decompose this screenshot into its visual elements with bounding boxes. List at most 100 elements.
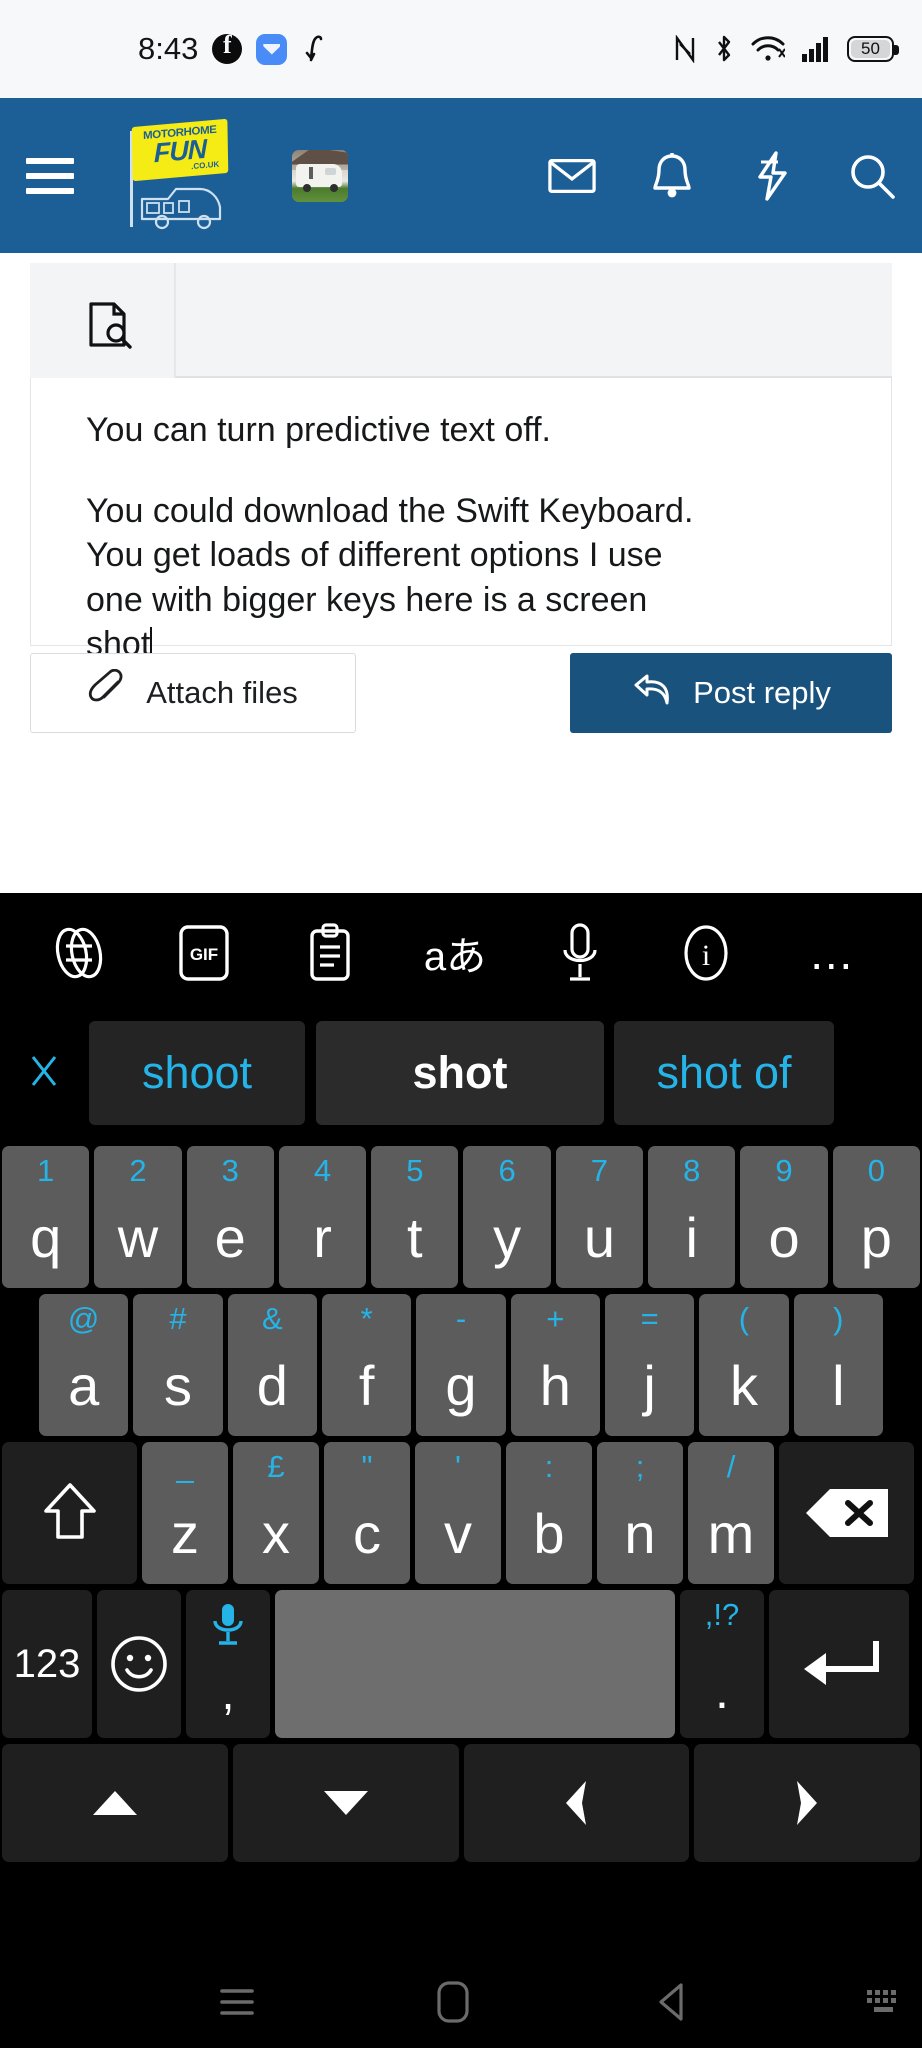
- hamburger-menu-icon[interactable]: [26, 157, 74, 194]
- wifi-icon: [751, 36, 785, 62]
- key-x[interactable]: £ x: [233, 1442, 319, 1584]
- attach-files-label: Attach files: [146, 675, 298, 710]
- keyboard-row-3: _ z £ x " c ' v :b ; n / m: [0, 1442, 922, 1584]
- swiftkey-keyboard: GIF aあ i … shoot shot shot of 1 q 2 w 3 …: [0, 893, 922, 1955]
- messenger-icon: [256, 33, 288, 65]
- key-s[interactable]: # s: [133, 1294, 223, 1436]
- key-c[interactable]: " c: [324, 1442, 410, 1584]
- arrow-left-key-icon[interactable]: [463, 1744, 690, 1862]
- info-icon[interactable]: i: [671, 918, 740, 988]
- hide-keyboard-nav-icon[interactable]: [847, 1972, 922, 2032]
- prediction-bar: shoot shot shot of: [0, 1013, 922, 1135]
- svg-text:GIF: GIF: [190, 945, 218, 964]
- keyboard-row-4: 123 , ,!? .: [0, 1590, 922, 1738]
- key-l[interactable]: ) l: [793, 1294, 883, 1436]
- key-o[interactable]: 9o: [740, 1146, 828, 1288]
- key-h[interactable]: + h: [510, 1294, 600, 1436]
- keyboard-toolbar: GIF aあ i …: [0, 893, 922, 1013]
- key-z[interactable]: _ z: [142, 1442, 228, 1584]
- editor-button-row: Attach files Post reply: [30, 653, 892, 743]
- key-u[interactable]: 7u: [555, 1146, 644, 1288]
- gif-icon[interactable]: GIF: [169, 918, 238, 988]
- space-key[interactable]: [275, 1590, 675, 1738]
- key-r[interactable]: 4r: [278, 1146, 367, 1288]
- close-predictions-icon[interactable]: [10, 1039, 78, 1107]
- prediction-candidate-3[interactable]: shot of: [614, 1021, 834, 1125]
- key-j[interactable]: = j: [604, 1294, 695, 1436]
- keyboard-row-1: 1q 2w 3e 4r 5t 6y 7u 8i 9o 0p: [0, 1146, 922, 1288]
- logo-motorhome-drawing: [140, 187, 222, 229]
- clipboard-icon[interactable]: [295, 918, 364, 988]
- arrow-down-key-icon[interactable]: [232, 1744, 459, 1862]
- call-divert-icon: [301, 34, 327, 64]
- search-icon[interactable]: [848, 152, 896, 200]
- key-m[interactable]: / m: [688, 1442, 774, 1584]
- header-icon-group: [548, 150, 896, 201]
- paperclip-icon: [88, 668, 128, 717]
- back-nav-icon[interactable]: [636, 1972, 711, 2032]
- key-e[interactable]: 3e: [186, 1146, 274, 1288]
- android-nav-bar: [0, 1955, 922, 2048]
- editor-paragraph-2-line-3: one with bigger keys here is a screen: [86, 580, 648, 619]
- enter-key-icon[interactable]: [769, 1590, 909, 1738]
- editor-paragraph-2-line-2: You get loads of different options I use: [86, 536, 663, 575]
- reply-editor-textarea[interactable]: You can turn predictive text off. You co…: [30, 378, 892, 663]
- status-bar: 8:43 f 50: [0, 0, 922, 98]
- avatar[interactable]: [292, 149, 348, 202]
- emoji-smiley-icon[interactable]: [97, 1590, 181, 1738]
- key-d[interactable]: & d: [227, 1294, 317, 1436]
- logo-line-3: .CO.UK: [191, 159, 220, 171]
- key-w[interactable]: 2w: [94, 1146, 182, 1288]
- app-header: MOTORHOME FUN .CO.UK: [0, 98, 922, 253]
- battery-icon: 50: [847, 36, 899, 62]
- editor-paragraph-2-line-1: You could download the Swift Keyboard.: [86, 492, 694, 531]
- key-a[interactable]: @ a: [39, 1294, 129, 1436]
- editor-paragraph-1: You can turn predictive text off.: [86, 411, 551, 449]
- key-q[interactable]: 1q: [2, 1146, 90, 1288]
- key-b[interactable]: :b: [506, 1442, 592, 1584]
- editor-preview-tab[interactable]: [30, 263, 176, 378]
- home-nav-icon[interactable]: [415, 1972, 490, 2032]
- battery-level-label: 50: [861, 39, 880, 58]
- period-key[interactable]: ,!? .: [680, 1590, 764, 1738]
- prediction-candidate-2[interactable]: shot: [316, 1021, 604, 1125]
- post-reply-button[interactable]: Post reply: [570, 653, 892, 733]
- key-y[interactable]: 6y: [463, 1146, 551, 1288]
- shift-key-icon[interactable]: [2, 1442, 137, 1584]
- motorhome-fun-logo[interactable]: MOTORHOME FUN .CO.UK: [116, 118, 229, 229]
- bell-icon[interactable]: [648, 152, 696, 200]
- microphone-comma-key[interactable]: ,: [186, 1590, 270, 1738]
- status-bar-clock: 8:43: [138, 31, 199, 66]
- bluetooth-icon: [713, 34, 735, 64]
- key-v[interactable]: ' v: [415, 1442, 501, 1584]
- key-t[interactable]: 5t: [371, 1146, 459, 1288]
- arrow-up-key-icon[interactable]: [2, 1744, 228, 1862]
- microphone-icon[interactable]: [546, 918, 615, 988]
- keyboard-row-5-arrows: [0, 1744, 922, 1862]
- more-options-icon[interactable]: …: [797, 918, 866, 988]
- key-f[interactable]: * f: [321, 1294, 412, 1436]
- swiftkey-logo-icon[interactable]: [44, 918, 113, 988]
- lightning-bolt-icon[interactable]: [748, 150, 796, 201]
- reply-arrow-icon: [631, 671, 675, 715]
- backspace-key-icon[interactable]: [779, 1442, 914, 1584]
- translate-icon[interactable]: aあ: [420, 918, 489, 988]
- numeric-mode-key[interactable]: 123: [2, 1590, 92, 1738]
- editor-toolbar: [30, 263, 892, 378]
- microphone-key-icon: [186, 1602, 270, 1650]
- comma-label: ,: [221, 1667, 235, 1719]
- key-p[interactable]: 0p: [832, 1146, 920, 1288]
- attach-files-button[interactable]: Attach files: [30, 653, 356, 733]
- key-n[interactable]: ; n: [597, 1442, 683, 1584]
- facebook-icon: [212, 30, 243, 64]
- mail-icon[interactable]: [548, 152, 596, 200]
- prediction-candidate-1[interactable]: shoot: [89, 1021, 305, 1125]
- key-i[interactable]: 8i: [648, 1146, 736, 1288]
- key-k[interactable]: (k: [699, 1294, 789, 1436]
- key-g[interactable]: -g: [416, 1294, 506, 1436]
- keyboard-row-2: @ a # s & d * f -g + h = j (k ) l: [0, 1294, 922, 1436]
- recents-nav-icon[interactable]: [199, 1972, 274, 2032]
- page-content: You can turn predictive text off. You co…: [0, 253, 922, 893]
- arrow-right-key-icon[interactable]: [694, 1744, 920, 1862]
- cellular-signal-icon: [801, 36, 831, 62]
